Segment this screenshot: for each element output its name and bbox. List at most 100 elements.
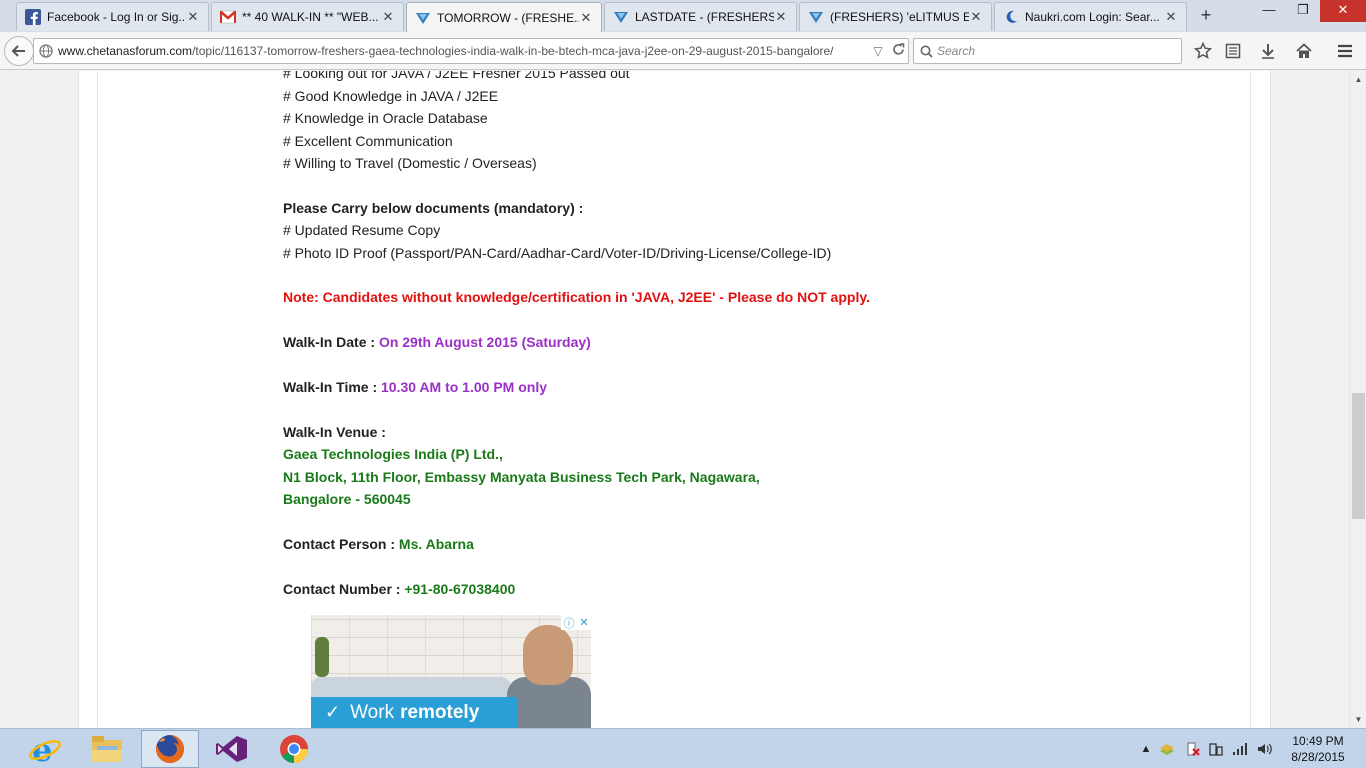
windows-taskbar: e ▲ 10:49 PM 8/28/2015 — [0, 728, 1366, 768]
url-bar[interactable]: www.chetanasforum.com/topic/116137-tomor… — [33, 38, 909, 64]
contact-label: Contact Person : — [283, 536, 399, 552]
tab-close-icon[interactable]: ✕ — [186, 9, 200, 25]
minimize-button[interactable]: — — [1252, 0, 1286, 22]
home-icon[interactable] — [1294, 41, 1314, 61]
search-bar[interactable]: Search — [913, 38, 1182, 64]
reload-icon[interactable] — [888, 43, 908, 59]
naukri-icon — [1003, 9, 1019, 25]
clock-date: 8/28/2015 — [1291, 750, 1345, 764]
scrollbar-thumb[interactable] — [1352, 393, 1365, 519]
tray-app-icon[interactable] — [1159, 741, 1175, 757]
ad-info-icon[interactable]: ⓘ — [563, 615, 574, 631]
tab-close-icon[interactable]: ✕ — [381, 9, 395, 25]
walk-in-date: Walk-In Date : On 29th August 2015 (Satu… — [283, 333, 591, 351]
requirement-line: # Willing to Travel (Domestic / Overseas… — [283, 155, 537, 171]
page-content: # Looking out for JAVA / J2EE Fresher 20… — [0, 71, 1349, 728]
tab-lastdate[interactable]: LASTDATE - (FRESHERS ... ✕ — [604, 2, 797, 31]
requirement-line: # Looking out for JAVA / J2EE Fresher 20… — [283, 71, 630, 81]
walk-in-time: Walk-In Time : 10.30 AM to 1.00 PM only — [283, 378, 547, 396]
requirement-line: # Excellent Communication — [283, 133, 453, 149]
tab-label: ** 40 WALK-IN ** "WEB... — [242, 10, 379, 24]
contact-value: Ms. Abarna — [398, 536, 474, 552]
search-input[interactable]: Search — [937, 44, 975, 58]
chetanas-icon — [613, 9, 629, 25]
navigation-bar: www.chetanasforum.com/topic/116137-tomor… — [0, 32, 1366, 70]
ad-plant-image — [315, 637, 329, 677]
tab-label: Naukri.com Login: Sear... — [1025, 10, 1160, 24]
facebook-icon — [25, 9, 41, 25]
chetanas-icon — [415, 10, 431, 26]
tab-close-icon[interactable]: ✕ — [1164, 9, 1178, 25]
document-line: # Updated Resume Copy — [283, 222, 441, 238]
back-arrow-icon — [11, 45, 25, 57]
ad-controls: ⓘ ✕ — [561, 615, 591, 630]
number-label: Contact Number : — [283, 581, 405, 597]
document-line: # Photo ID Proof (Passport/PAN-Card/Aadh… — [283, 245, 832, 261]
venue-line: Gaea Technologies India (P) Ltd., — [283, 446, 503, 462]
number-value: +91-80-67038400 — [404, 581, 516, 597]
ad-banner[interactable]: ✓ Work remotely — [311, 697, 517, 728]
tab-tomorrow[interactable]: TOMORROW - (FRESHE... ✕ — [406, 2, 602, 32]
network-signal-icon[interactable] — [1232, 741, 1248, 757]
ad-text-bold: remotely — [400, 701, 480, 723]
gmail-icon — [220, 9, 236, 25]
forum-post — [97, 71, 1251, 728]
advertisement[interactable]: ✓ Work remotely ⓘ ✕ — [311, 615, 591, 728]
tab-label: LASTDATE - (FRESHERS ... — [635, 10, 774, 24]
contact-person: Contact Person : Ms. Abarna — [283, 535, 474, 553]
tab-label: Facebook - Log In or Sig... — [47, 10, 186, 24]
chetanas-icon — [808, 9, 824, 25]
file-explorer-icon[interactable] — [78, 730, 136, 768]
devices-icon[interactable] — [1208, 741, 1224, 757]
tab-elitmus[interactable]: (FRESHERS) 'eLITMUS E... ✕ — [799, 2, 992, 31]
tab-strip: Facebook - Log In or Sig... ✕ ** 40 WALK… — [0, 0, 1366, 32]
check-icon: ✓ — [325, 702, 341, 722]
tab-close-icon[interactable]: ✕ — [579, 10, 593, 26]
venue-line: N1 Block, 11th Floor, Embassy Manyata Bu… — [283, 469, 760, 485]
clock-time: 10:49 PM — [1292, 734, 1344, 748]
url-path: /topic/116137-tomorrow-freshers-gaea-tec… — [192, 44, 834, 58]
chrome-icon[interactable] — [265, 730, 323, 768]
back-button[interactable] — [4, 36, 34, 66]
menu-icon[interactable] — [1335, 41, 1355, 61]
time-value: 10.30 AM to 1.00 PM only — [381, 379, 547, 395]
scroll-down-arrow-icon[interactable]: ▼ — [1350, 711, 1366, 728]
search-icon — [920, 45, 933, 58]
show-hidden-icons-icon[interactable]: ▲ — [1138, 741, 1154, 757]
tab-label: TOMORROW - (FRESHE... — [437, 10, 579, 25]
venue-label: Walk-In Venue : — [283, 424, 386, 440]
download-icon[interactable] — [1258, 41, 1278, 61]
venue-line: Bangalore - 560045 — [283, 491, 411, 507]
vertical-scrollbar[interactable]: ▲ ▼ — [1349, 71, 1366, 728]
documents-heading: Please Carry below documents (mandatory)… — [283, 200, 584, 216]
tab-naukri[interactable]: Naukri.com Login: Sear... ✕ — [994, 2, 1187, 31]
volume-icon[interactable] — [1257, 741, 1273, 757]
ad-text: Work — [350, 701, 395, 723]
reading-list-icon[interactable] — [1223, 41, 1243, 61]
time-label: Walk-In Time : — [283, 379, 382, 395]
action-center-icon[interactable] — [1185, 741, 1201, 757]
tab-gmail[interactable]: ** 40 WALK-IN ** "WEB... ✕ — [211, 2, 404, 31]
new-tab-button[interactable]: + — [1196, 5, 1216, 25]
firefox-icon[interactable] — [141, 730, 199, 768]
ad-close-icon[interactable]: ✕ — [579, 616, 588, 629]
history-dropdown-icon[interactable]: ▽ — [868, 44, 888, 58]
date-label: Walk-In Date : — [283, 334, 379, 350]
restore-button[interactable]: ❐ — [1286, 0, 1320, 22]
contact-number: Contact Number : +91-80-67038400 — [283, 580, 515, 598]
url-text: www.chetanasforum.com/topic/116137-tomor… — [58, 44, 868, 58]
bookmark-star-icon[interactable] — [1193, 41, 1213, 61]
visual-studio-icon[interactable] — [203, 730, 261, 768]
date-value: On 29th August 2015 (Saturday) — [378, 334, 591, 350]
url-host: www.chetanasforum.com — [58, 44, 193, 58]
close-window-button[interactable]: ✕ — [1320, 0, 1366, 22]
tab-close-icon[interactable]: ✕ — [774, 9, 788, 25]
globe-icon — [34, 44, 58, 58]
note-warning: Note: Candidates without knowledge/certi… — [283, 289, 870, 305]
internet-explorer-icon[interactable]: e — [16, 730, 74, 768]
tab-label: (FRESHERS) 'eLITMUS E... — [830, 10, 969, 24]
tab-facebook[interactable]: Facebook - Log In or Sig... ✕ — [16, 2, 209, 31]
scroll-up-arrow-icon[interactable]: ▲ — [1350, 71, 1366, 88]
tab-close-icon[interactable]: ✕ — [969, 9, 983, 25]
system-clock[interactable]: 10:49 PM 8/28/2015 — [1282, 733, 1354, 765]
